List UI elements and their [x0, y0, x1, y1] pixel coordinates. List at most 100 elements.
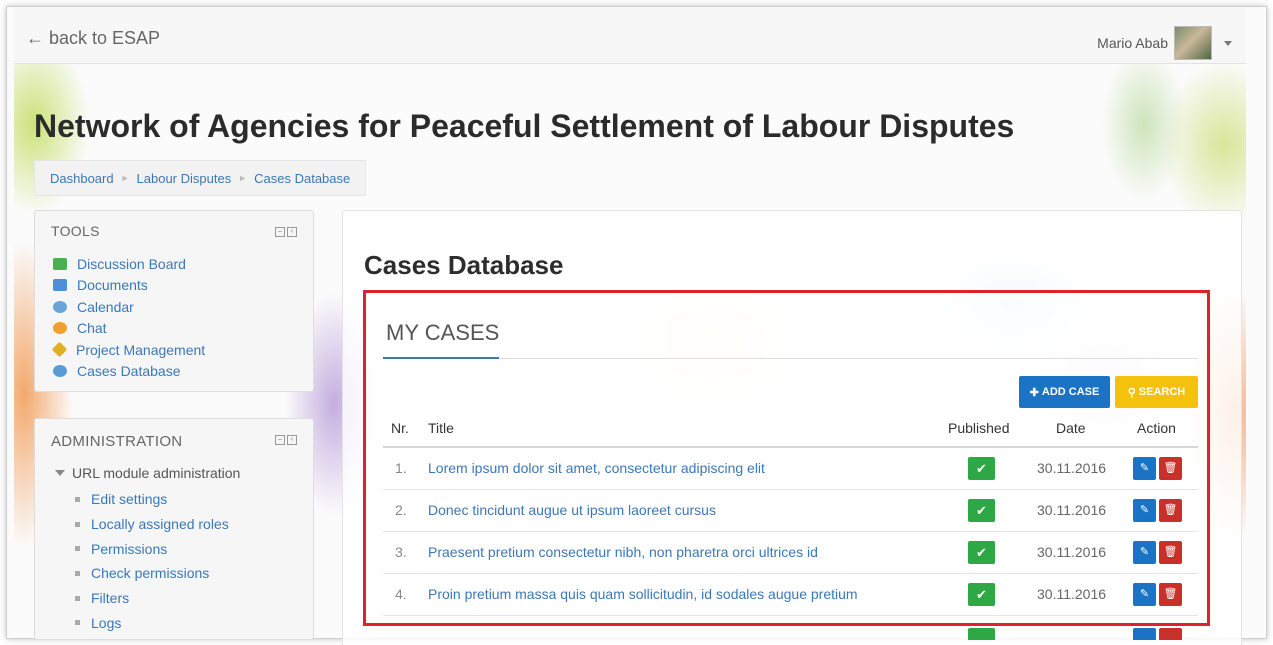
row-number: 3. — [395, 544, 407, 560]
delete-icon[interactable]: 🗑 — [1159, 583, 1182, 606]
tool-item-label: Project Management — [76, 341, 206, 358]
row-number: 2. — [395, 502, 407, 518]
bullet-icon — [75, 496, 80, 502]
user-menu[interactable]: Mario Abab — [1097, 26, 1232, 60]
breadcrumb-item-cases-database[interactable]: Cases Database — [254, 171, 350, 186]
back-link[interactable]: ← back to ESAP — [26, 28, 160, 49]
admin-item-filters[interactable]: Filters — [75, 586, 229, 611]
admin-item-label: Filters — [91, 590, 130, 607]
tools-block-header: TOOLS — [51, 223, 100, 239]
delete-icon[interactable] — [1159, 628, 1182, 640]
column-header-title: Title — [428, 420, 454, 436]
row-number: 1. — [395, 460, 407, 476]
administration-block: ADMINISTRATION – ‹ URL module administra… — [34, 418, 314, 640]
administration-block-header: ADMINISTRATION — [51, 433, 183, 450]
add-case-button[interactable]: ✚ ADD CASE — [1019, 376, 1110, 408]
edit-icon[interactable]: ✎ — [1133, 499, 1156, 522]
column-header-date: Date — [1056, 420, 1086, 436]
delete-icon[interactable]: 🗑 — [1159, 541, 1182, 564]
dock-block-icon[interactable]: ‹ — [287, 435, 297, 445]
table-row: 1. Lorem ipsum dolor sit amet, consectet… — [383, 448, 1198, 490]
url-module-administration-node[interactable]: URL module administration — [55, 465, 240, 481]
admin-item-check-permissions[interactable]: Check permissions — [75, 561, 229, 586]
case-title-link[interactable]: Praesent pretium consectetur nibh, non p… — [428, 544, 818, 560]
case-title-link[interactable]: Lorem ipsum dolor sit amet, consectetur … — [428, 460, 765, 476]
tool-item-label: Discussion Board — [77, 255, 186, 272]
admin-item-locally-assigned-roles[interactable]: Locally assigned roles — [75, 512, 229, 537]
bullet-icon — [75, 521, 80, 527]
tool-item-documents[interactable]: Documents — [53, 275, 205, 297]
edit-icon[interactable]: ✎ — [1133, 457, 1156, 480]
case-date: 30.11.2016 — [1037, 544, 1107, 560]
project-management-icon — [51, 341, 68, 358]
add-case-label: ADD CASE — [1041, 386, 1100, 398]
admin-item-label: Permissions — [91, 540, 168, 557]
collapse-block-icon[interactable]: – — [275, 435, 285, 445]
admin-item-permissions[interactable]: Permissions — [75, 536, 229, 561]
caret-down-icon[interactable] — [1224, 40, 1232, 46]
tools-list: Discussion Board Documents Calendar Chat… — [51, 253, 206, 383]
edit-icon[interactable]: ✎ — [1133, 583, 1156, 606]
case-title-link[interactable]: Proin pretium massa quis quam sollicitud… — [428, 586, 858, 602]
tool-item-label: Cases Database — [77, 363, 181, 380]
published-check-icon[interactable]: ✔ — [968, 499, 995, 522]
heading-divider — [383, 358, 1198, 359]
delete-icon[interactable]: 🗑 — [1159, 457, 1182, 480]
search-button[interactable]: ⚲ SEARCH — [1115, 376, 1198, 408]
calendar-icon — [53, 300, 67, 313]
discussion-board-icon — [53, 257, 67, 270]
chat-icon — [53, 322, 67, 335]
bullet-icon — [75, 620, 80, 626]
expand-triangle-icon — [55, 470, 65, 476]
user-name[interactable]: Mario Abab — [1097, 35, 1168, 51]
bullet-icon — [75, 546, 80, 552]
breadcrumb-item-dashboard[interactable]: Dashboard — [50, 171, 114, 186]
block-controls: – ‹ — [275, 435, 297, 445]
column-header-nr: Nr. — [391, 420, 409, 436]
bullet-icon — [75, 570, 80, 576]
my-cases-heading: MY CASES — [386, 320, 500, 345]
tool-item-chat[interactable]: Chat — [53, 318, 205, 340]
tool-item-label: Chat — [77, 320, 107, 337]
breadcrumb: Dashboard ► Labour Disputes ► Cases Data… — [34, 160, 367, 196]
breadcrumb-item-labour-disputes[interactable]: Labour Disputes — [137, 171, 232, 186]
tool-item-discussion-board[interactable]: Discussion Board — [53, 253, 205, 275]
cases-database-icon — [53, 365, 67, 378]
case-date: 30.11.2016 — [1037, 586, 1107, 602]
published-check-icon[interactable] — [968, 628, 995, 640]
published-check-icon[interactable]: ✔ — [968, 583, 995, 606]
plus-icon: ✚ — [1029, 386, 1039, 399]
tool-item-project-management[interactable]: Project Management — [51, 339, 206, 361]
tool-item-label: Calendar — [77, 298, 134, 315]
top-navbar: ← back to ESAP Mario Abab — [14, 8, 1246, 64]
section-title: Cases Database — [364, 250, 564, 280]
page-title: Network of Agencies for Peaceful Settlem… — [34, 108, 1015, 144]
case-title-link[interactable]: Donec tincidunt augue ut ipsum laoreet c… — [428, 502, 716, 518]
edit-icon[interactable]: ✎ — [1133, 541, 1156, 564]
collapse-block-icon[interactable]: – — [275, 227, 285, 237]
edit-icon[interactable] — [1133, 628, 1156, 640]
heading-accent — [383, 357, 499, 359]
breadcrumb-separator-icon: ► — [120, 173, 130, 183]
tool-item-cases-database[interactable]: Cases Database — [53, 361, 205, 383]
published-check-icon[interactable]: ✔ — [968, 457, 995, 480]
folder-icon — [53, 279, 67, 292]
admin-item-label: Locally assigned roles — [91, 516, 229, 533]
published-check-icon[interactable]: ✔ — [968, 541, 995, 564]
tool-item-calendar[interactable]: Calendar — [53, 296, 205, 318]
table-row: 4. Proin pretium massa quis quam sollici… — [383, 574, 1198, 616]
admin-item-edit-settings[interactable]: Edit settings — [75, 487, 229, 512]
block-controls: – ‹ — [275, 227, 297, 237]
search-icon: ⚲ — [1127, 386, 1136, 399]
column-header-published: Published — [948, 420, 1010, 436]
table-row: 2. Donec tincidunt augue ut ipsum laoree… — [383, 490, 1198, 532]
admin-item-label: Logs — [91, 614, 122, 631]
table-row: 3. Praesent pretium consectetur nibh, no… — [383, 532, 1198, 574]
column-header-action: Action — [1137, 420, 1176, 436]
delete-icon[interactable]: 🗑 — [1159, 499, 1182, 522]
admin-item-logs[interactable]: Logs — [75, 610, 229, 635]
dock-block-icon[interactable]: ‹ — [287, 227, 297, 237]
avatar[interactable] — [1174, 26, 1212, 60]
case-date: 30.11.2016 — [1037, 460, 1107, 476]
table-row-partial — [383, 626, 1198, 640]
